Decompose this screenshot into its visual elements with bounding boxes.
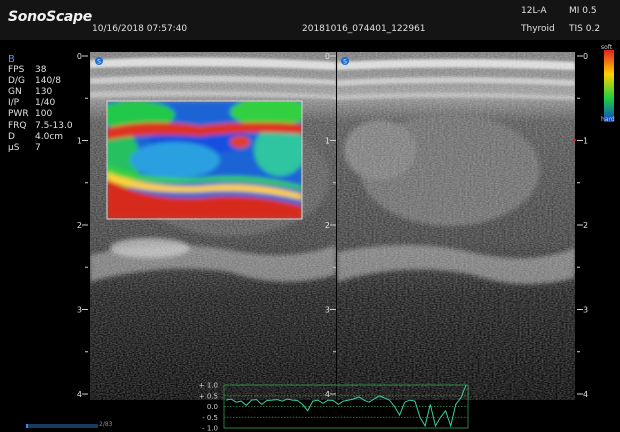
strain-axis-label: + 1.0 <box>199 382 218 390</box>
depth-tick-label: 0 <box>583 52 588 61</box>
strain-graph: + 1.0 + 0.5 0.0 - 0.5 - 1.0 <box>199 382 469 432</box>
study-id: 20181016_074401_122961 <box>302 24 426 34</box>
depth-tick-label: 3 <box>583 306 588 315</box>
scan-area[interactable]: S S 0 1 2 3 4 0 1 2 3 4 0 1 2 3 4 <box>0 40 620 432</box>
strain-axis-labels: + 1.0 + 0.5 0.0 - 0.5 - 1.0 <box>199 382 218 432</box>
svg-text:S: S <box>343 59 347 66</box>
strain-axis-label: - 0.5 <box>202 414 218 422</box>
depth-tick-label: 4 <box>77 390 82 399</box>
depth-tick-label: 1 <box>325 137 330 146</box>
strain-axis-label: 0.0 <box>207 403 218 411</box>
depth-tick-label: 4 <box>583 390 588 399</box>
depth-tick-label: 1 <box>583 137 588 146</box>
strain-curve <box>225 384 467 428</box>
depth-tick-label: 3 <box>77 306 82 315</box>
preset-label: Thyroid <box>521 24 555 34</box>
strain-axis-label: + 0.5 <box>199 392 218 400</box>
colorbar-hard-label: hard <box>601 116 615 123</box>
depth-tick-label: 1 <box>77 137 82 146</box>
cine-progress-fill <box>26 424 28 428</box>
thermal-index: TIS 0.2 <box>569 24 601 34</box>
depth-scale-left: 0 1 2 3 4 <box>77 52 88 399</box>
elastography-roi[interactable] <box>95 98 310 220</box>
depth-scale-right: 0 1 2 3 4 <box>577 52 588 399</box>
brand-logo: SonoScape <box>8 9 92 25</box>
cine-progress-track[interactable] <box>26 424 98 428</box>
depth-tick-label: 3 <box>325 306 330 315</box>
strain-axis-label: - 1.0 <box>202 425 218 432</box>
depth-tick-label: 2 <box>77 221 82 230</box>
mechanical-index: MI 0.5 <box>569 6 597 16</box>
probe-label: 12L-A <box>521 6 547 16</box>
svg-text:S: S <box>97 59 101 66</box>
depth-tick-label: 2 <box>583 221 588 230</box>
depth-tick-label: 2 <box>325 221 330 230</box>
depth-tick-label: 0 <box>325 52 330 61</box>
exam-datetime: 10/16/2018 07:57:40 <box>92 24 188 34</box>
depth-tick-label: 0 <box>77 52 82 61</box>
frame-counter: 2/83 <box>99 421 113 428</box>
elasticity-colorbar <box>604 50 614 122</box>
strain-grid <box>223 384 469 429</box>
right-ultrasound-pane <box>337 52 575 400</box>
